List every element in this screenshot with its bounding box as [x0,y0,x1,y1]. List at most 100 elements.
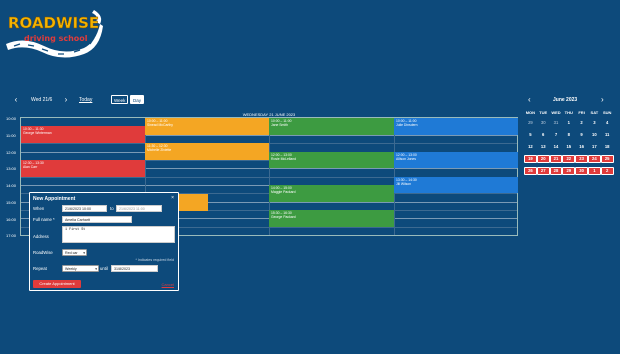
time-label: 11:00 [6,133,16,138]
day-cell[interactable]: 29 [524,119,537,127]
day-cell[interactable]: 12 [524,143,537,151]
day-cell[interactable]: 15 [562,143,575,151]
time-label: 17:00 [6,233,17,238]
full-name-label: Full name * [33,217,55,222]
appointment-name: Alan Carr [23,165,38,169]
day-cell[interactable]: 19 [524,155,537,163]
mini-calendar-week: 5 6 7 8 9 10 11 [524,131,614,139]
day-cell[interactable]: 28 [549,167,563,175]
appointment[interactable]: 12:30 – 13:30 Alan Carr [21,160,145,177]
day-cell[interactable]: 4 [601,119,614,127]
day-cell[interactable]: 1 [562,119,575,127]
day-cell[interactable]: 10 [588,131,601,139]
day-cell[interactable]: 23 [575,155,588,163]
chevron-left-icon[interactable]: ‹ [12,95,20,105]
close-icon[interactable]: × [171,195,174,201]
appointment-name: Maggie Packard [271,190,296,194]
mini-calendar-week: 12 13 14 15 16 17 18 [524,143,614,151]
day-cell[interactable]: 2 [600,167,614,175]
appointment[interactable]: 13:30 – 14:30 Jill Wilson [394,177,518,193]
day-cell[interactable]: 31 [550,119,563,127]
day-view-button[interactable]: Day [130,95,145,104]
time-label: 14:00 [6,183,17,188]
weekday-label: MON [525,110,536,115]
appointment-name: Rosie McLelland [271,157,297,161]
weekday-label: SUN [602,110,612,115]
appointment[interactable]: 11:30 – 12:30 Michelle Ziviette [145,143,269,160]
day-cell[interactable]: 27 [536,167,550,175]
appointment[interactable]: 10:00 – 11:00 Sinead McCarthy [145,118,269,135]
logo-subtitle: driving school [24,34,88,43]
repeat-select[interactable]: Weekly ▾ [62,265,99,272]
appointment[interactable]: 12:00 – 13:00 Allison Jones [394,152,518,168]
week-view-button[interactable]: Week [111,95,129,104]
new-appointment-dialog: New Appointment × When 21/6/2023 10:00 t… [29,192,179,291]
day-cell[interactable]: 7 [550,131,563,139]
appointment[interactable]: 10:30 – 11:30 George Winterman [21,126,145,143]
until-date-field[interactable]: 31/8/2023 [111,265,158,272]
required-note: * Indicates required field [135,258,174,262]
time-label: 15:00 [6,200,17,205]
time-label: 16:00 [6,217,17,222]
mini-calendar-weekdays: MON TUE WED THU FRI SAT SUN [524,110,614,115]
day-cell[interactable]: 29 [562,167,576,175]
start-datetime-field[interactable]: 21/6/2023 10:00 [62,205,107,212]
day-cell[interactable]: 5 [524,131,537,139]
roadwise-select[interactable]: Red car ▾ [62,249,87,256]
logo-graphic: ROADWISE driving school [6,10,103,58]
roadwise-select-value: Red car [65,251,78,255]
today-link[interactable]: Today [79,97,92,103]
appointment[interactable]: 10:00 – 11:00 Jane Smith [269,118,394,135]
day-cell[interactable]: 17 [588,143,601,151]
appointment[interactable]: 12:00 – 13:00 Rosie McLelland [269,152,394,168]
mini-calendar-header: ‹ June 2023 › [525,95,610,105]
time-label: 13:00 [6,166,17,171]
day-cell[interactable]: 18 [601,143,614,151]
day-cell[interactable]: 24 [587,155,601,163]
appointment-name: George Winterman [23,131,52,135]
appointment[interactable]: 15:30 – 16:30 George Packard [269,210,394,227]
mini-calendar-week: 26 27 28 29 30 1 2 [524,167,614,175]
day-cell[interactable]: 21 [549,155,563,163]
day-cell[interactable]: 16 [575,143,588,151]
create-appointment-button[interactable]: Create Appointment [33,280,81,288]
day-cell[interactable]: 1 [587,167,601,175]
chevron-left-icon[interactable]: ‹ [528,95,531,105]
roadwise-label: RoadWise [33,250,53,255]
weekday-label: SAT [590,110,599,115]
appointment-name: Allison Jones [396,157,416,161]
roadwise-logo: ROADWISE driving school [4,4,104,64]
time-label: 12:00 [6,150,17,155]
day-cell[interactable]: 13 [537,143,550,151]
calendar-toolbar: ‹ Wed 21/6 › Today Week Day [0,95,520,107]
logo-title: ROADWISE [8,14,99,32]
day-cell[interactable]: 3 [588,119,601,127]
appointment[interactable]: 10:00 – 11:00 Julie Dinsdern [394,118,518,135]
day-cell[interactable]: 8 [562,131,575,139]
day-cell[interactable]: 30 [537,119,550,127]
chevron-right-icon[interactable]: › [62,95,70,105]
address-label: Address [33,234,49,239]
weekday-label: WED [551,110,561,115]
to-label: to [110,206,114,211]
appointment-name: George Packard [271,215,296,219]
cancel-link[interactable]: Cancel [162,282,174,287]
chevron-right-icon[interactable]: › [601,95,604,105]
repeat-select-value: Weekly [65,267,77,271]
day-cell[interactable]: 11 [601,131,614,139]
day-cell[interactable]: 25 [600,155,614,163]
chevron-down-icon: ▾ [95,267,97,271]
address-field[interactable]: 1 First St [62,226,175,243]
appointment[interactable]: 14:00 – 15:00 Maggie Packard [269,185,394,202]
end-datetime-field[interactable]: 21/6/2023 11:00 [116,205,162,212]
appointment-name: Jill Wilson [396,182,412,186]
day-cell[interactable]: 6 [537,131,550,139]
day-cell[interactable]: 26 [524,167,537,175]
day-cell[interactable]: 22 [562,155,576,163]
day-cell[interactable]: 2 [575,119,588,127]
day-cell[interactable]: 30 [575,167,588,175]
day-cell[interactable]: 20 [536,155,550,163]
day-cell[interactable]: 14 [550,143,563,151]
full-name-field[interactable]: Amelia Carhartt [62,216,132,223]
day-cell[interactable]: 9 [575,131,588,139]
